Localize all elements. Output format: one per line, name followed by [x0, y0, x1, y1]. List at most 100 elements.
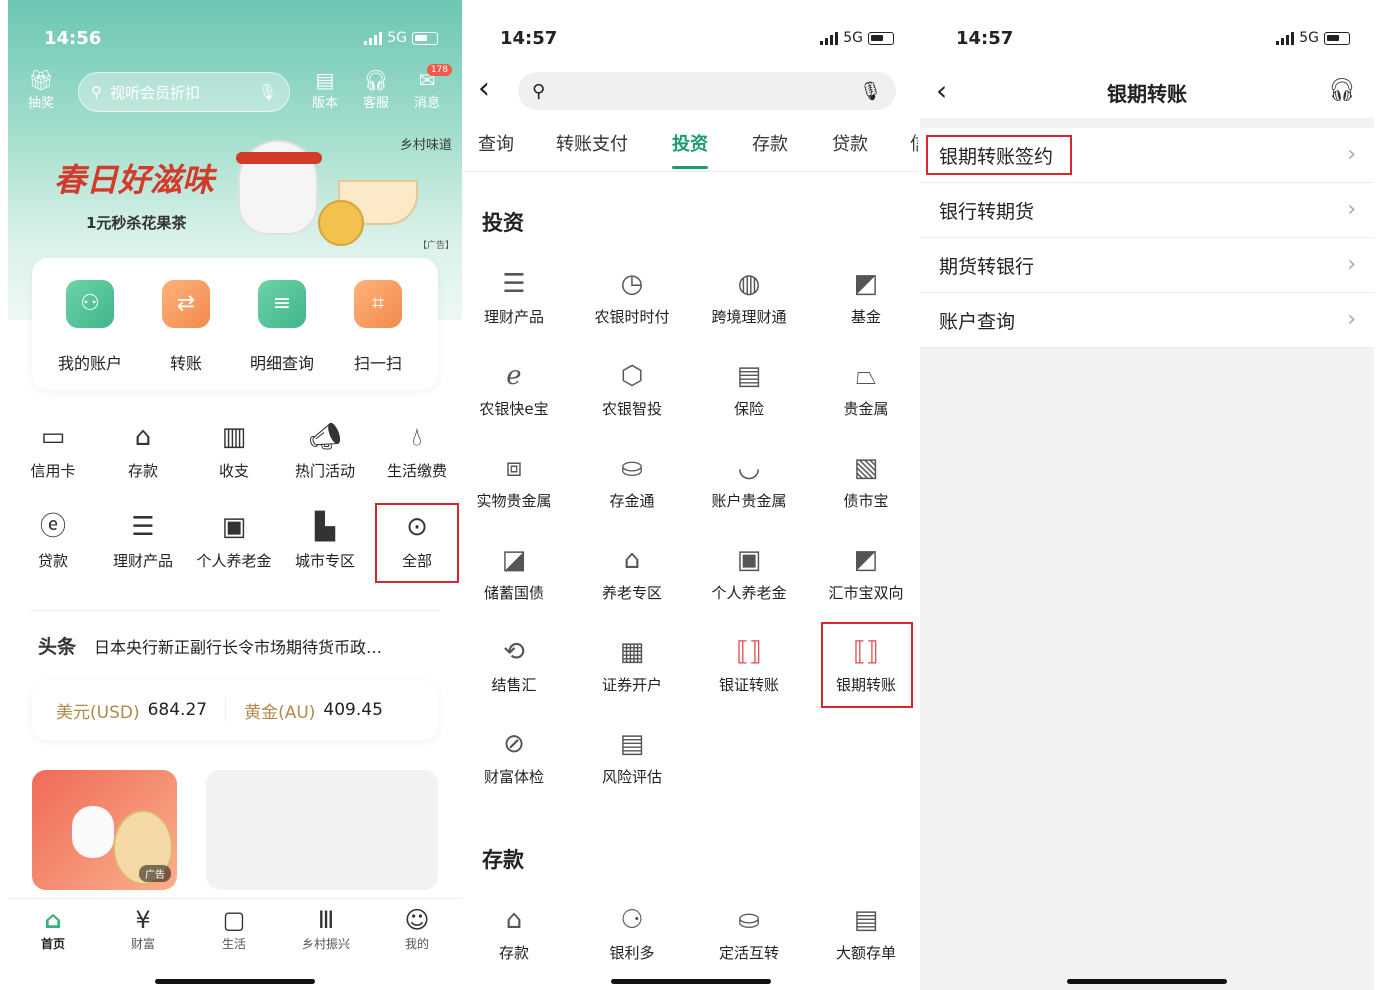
deposit-item[interactable]: ▤ 大额存单: [808, 902, 918, 963]
utility-payment-button[interactable]: 💧︎ 生活缴费: [372, 420, 462, 481]
search-input[interactable]: ⚲ 🎙︎: [518, 72, 896, 110]
version-label: 版本: [311, 96, 338, 111]
tab-mine[interactable]: ☺ 我的: [382, 905, 452, 952]
invest-item[interactable]: ⧈ 实物贵金属: [464, 450, 572, 511]
mascot-image: [236, 140, 322, 235]
invest-item[interactable]: ▤ 保险: [691, 358, 807, 419]
status-time: 14:57: [956, 28, 1014, 49]
invest-item[interactable]: ◷ 农银时时付: [574, 266, 690, 327]
deposit-button[interactable]: ⌂ 存款: [98, 420, 188, 481]
list-item-futures-to-bank[interactable]: 期货转银行 ›: [920, 238, 1374, 293]
highlight-box: [926, 135, 1072, 175]
gold-label: 黄金(AU): [244, 702, 316, 723]
list-item-account-query[interactable]: 账户查询 ›: [920, 293, 1374, 348]
tab-wealth[interactable]: ¥ 财富: [108, 905, 178, 952]
deposit-item[interactable]: ⛀ 定活互转: [691, 902, 807, 963]
coins-icon: ☰: [131, 512, 155, 542]
invest-label: 汇市宝双向: [828, 584, 904, 602]
signal-icon: [1276, 31, 1295, 45]
search-input[interactable]: ⚲ 视听会员折扣 🎙︎: [78, 72, 290, 112]
detail-query-button[interactable]: ≡ 明细查询: [232, 280, 332, 374]
income-expense-button[interactable]: ▥ 收支: [189, 420, 279, 481]
invest-item[interactable]: ◍ 跨境理财通: [691, 266, 807, 327]
invest-item[interactable]: ℯ 农银快e宝: [464, 358, 572, 419]
invest-item[interactable]: ⬡ 农银智投: [574, 358, 690, 419]
tab-life[interactable]: ▢ 生活: [199, 905, 269, 952]
credit-card-button[interactable]: ▭ 信用卡: [8, 420, 98, 481]
signal-icon: [364, 31, 383, 45]
microphone-icon[interactable]: 🎙︎: [258, 83, 277, 101]
tab-loan[interactable]: 贷款: [832, 130, 868, 156]
hot-activities-button[interactable]: 📣︎ 热门活动: [280, 420, 370, 481]
deposit-icon: ⌂: [505, 905, 523, 935]
battery-icon: [1324, 31, 1350, 45]
tab-query[interactable]: 查询: [478, 130, 514, 156]
microphone-icon[interactable]: 🎙︎: [859, 81, 882, 102]
network-indicator: 5G: [364, 30, 438, 46]
service-button[interactable]: 🎧︎ 客服: [351, 68, 401, 111]
back-icon[interactable]: ‹: [478, 74, 490, 104]
wealth-check-icon: ⊘: [503, 729, 525, 759]
tab-label: 首页: [40, 937, 65, 951]
tab-deposit[interactable]: 存款: [752, 130, 788, 156]
lottery-label: 抽奖: [27, 96, 54, 111]
headset-icon[interactable]: 🎧︎: [1328, 78, 1356, 103]
messages-button[interactable]: ✉ 178 消息: [402, 64, 452, 111]
city-icon: ▙: [315, 512, 335, 542]
grid-label: 生活缴费: [386, 462, 447, 480]
invest-item[interactable]: ◡ 账户贵金属: [691, 450, 807, 511]
lottery-button[interactable]: 🎁︎ 抽奖: [16, 68, 66, 111]
scan-button[interactable]: ⌗ 扫一扫: [328, 280, 428, 374]
invest-item[interactable]: ▤ 风险评估: [574, 726, 690, 787]
tab-transfer-payment[interactable]: 转账支付: [556, 130, 628, 156]
tab-more[interactable]: 信: [910, 130, 918, 156]
invest-item[interactable]: ▦ 证券开户: [574, 634, 690, 695]
tab-invest[interactable]: 投资: [672, 130, 708, 169]
chevron-right-icon: ›: [1347, 252, 1356, 277]
invest-item[interactable]: ⛀ 存金通: [574, 450, 690, 511]
invest-item[interactable]: ◩ 基金: [808, 266, 918, 327]
ad-tag: 广告: [139, 865, 171, 882]
invest-item[interactable]: ☰ 理财产品: [464, 266, 572, 327]
deposit-item[interactable]: ⚆ 银利多: [574, 902, 690, 963]
rates-card[interactable]: 美元(USD) 684.27 黄金(AU) 409.45: [32, 680, 438, 740]
page-title: 银期转账: [1107, 82, 1187, 106]
invest-item[interactable]: ◩ 汇市宝双向: [808, 542, 918, 603]
list-item-label: 银行转期货: [939, 200, 1035, 223]
invest-item[interactable]: ⏢ 贵金属: [808, 358, 918, 419]
search-nav-bar: ‹ ⚲ 🎙︎: [464, 68, 918, 114]
home-screen: 14:56 5G 🎁︎ 抽奖 ⚲ 视听会员折扣 🎙︎ ▤ 版本 🎧︎ 客服 ✉ …: [8, 0, 462, 990]
version-button[interactable]: ▤ 版本: [300, 68, 350, 111]
invest-item[interactable]: ▧ 债市宝: [808, 450, 918, 511]
invest-item[interactable]: ⌂ 养老专区: [574, 542, 690, 603]
headline-news[interactable]: 头条 日本央行新正副行长令市场期待货币政…: [38, 632, 382, 659]
highlight-box: [375, 503, 459, 583]
personal-pension-button[interactable]: ▣ 个人养老金: [189, 510, 279, 571]
tab-home[interactable]: ⌂ 首页: [18, 905, 88, 952]
invest-item[interactable]: ⟦⟧ 银证转账: [691, 634, 807, 695]
transfer-icon: ⇄: [162, 280, 210, 328]
headset-icon: 🎧︎: [363, 68, 389, 92]
ad-card[interactable]: 广告: [32, 770, 177, 890]
loan-button[interactable]: ⓔ 贷款: [8, 510, 98, 571]
category-tabs: 查询 转账支付 投资 存款 贷款 信: [464, 130, 918, 172]
drop-icon: 💧︎: [411, 422, 423, 452]
home-indicator: [1067, 979, 1227, 984]
my-account-button[interactable]: ⚇ 我的账户: [40, 280, 140, 374]
city-zone-button[interactable]: ▙ 城市专区: [280, 510, 370, 571]
placeholder-card: [206, 770, 438, 890]
wealth-products-button[interactable]: ☰ 理财产品: [98, 510, 188, 571]
deposit-item[interactable]: ⌂ 存款: [464, 902, 572, 963]
tab-label: 财富: [130, 937, 155, 951]
transfer-button[interactable]: ⇄ 转账: [136, 280, 236, 374]
invest-item[interactable]: ⊘ 财富体检: [464, 726, 572, 787]
chevron-right-icon: ›: [1347, 307, 1356, 332]
securities-icon: ▦: [619, 637, 645, 667]
banner-subtitle: 1元秒杀花果茶: [86, 214, 187, 232]
invest-item[interactable]: ▣ 个人养老金: [691, 542, 807, 603]
tab-rural[interactable]: Ⅲ 乡村振兴: [291, 905, 361, 952]
invest-item[interactable]: ⟲ 结售汇: [464, 634, 572, 695]
tab-label: 生活: [221, 937, 246, 951]
invest-item[interactable]: ◪ 储蓄国债: [464, 542, 572, 603]
list-item-bank-to-futures[interactable]: 银行转期货 ›: [920, 183, 1374, 238]
